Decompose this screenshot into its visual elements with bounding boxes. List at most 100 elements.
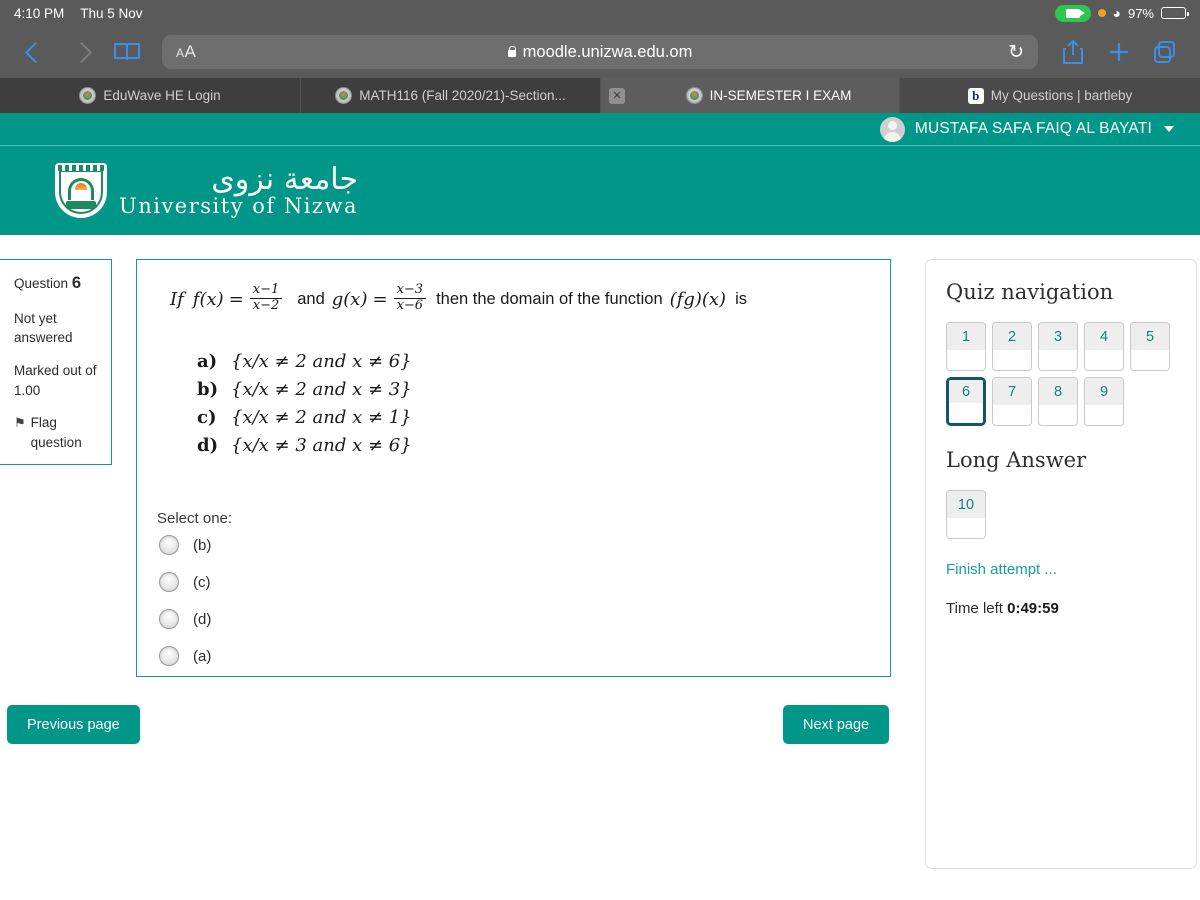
site-header: جامعة نزوى University of Nizwa [0,146,1200,235]
f-fraction: x−1 x−2 [249,282,283,314]
answer-option-c[interactable]: (c) [159,572,211,592]
equals-sign-g: = [372,288,388,310]
quiz-nav-button-7[interactable]: 7 [992,377,1032,426]
tab-label: MATH116 (Fall 2020/21)-Section... [359,88,566,103]
question-options-list: a) {x/x ≠ 2 and x ≠ 6} b) {x/x ≠ 2 and x… [197,348,412,460]
url-display: moodle.unizwa.edu.om [507,42,693,62]
function-expression: (fg)(x) [669,288,727,310]
finish-attempt-link[interactable]: Finish attempt ... [946,561,1176,578]
question-state: Not yet answered [14,310,73,346]
site-favicon [79,87,97,104]
quiz-nav-button-4[interactable]: 4 [1084,322,1124,371]
next-page-button[interactable]: Next page [783,705,890,744]
radio-button[interactable] [159,572,179,592]
quiz-nav-number: 1 [947,323,985,350]
forward-button[interactable] [60,31,102,73]
option-text: {x/x ≠ 2 and x ≠ 3} [231,378,412,400]
tabs-overview-icon [1154,41,1175,63]
option-text: {x/x ≠ 2 and x ≠ 6} [231,351,412,372]
answer-option-b[interactable]: (b) [159,535,211,555]
quiz-navigation-panel: Quiz navigation 1 2 3 4 5 6 7 8 9 Long A… [925,259,1197,869]
answer-label: (d) [193,610,212,628]
university-name-arabic: جامعة نزوى [211,161,359,197]
flag-icon: ⚑ [14,415,26,431]
university-of-nizwa-crest-icon [55,163,107,218]
battery-percent: 97% [1127,5,1154,21]
reload-button[interactable]: ↻ [1008,43,1024,62]
quiz-page: Question 6 Not yet answered Marked out o… [0,235,1200,900]
status-date: Thu 5 Nov [80,5,143,21]
quiz-navigation-title: Quiz navigation [946,280,1114,304]
quiz-nav-button-6[interactable]: 6 [946,377,986,426]
text-size-large-label: A [184,42,197,61]
user-avatar-icon[interactable] [879,116,905,142]
quiz-nav-button-8[interactable]: 8 [1038,377,1078,426]
browser-tab-in-semester-exam[interactable]: ✕ IN-SEMESTER I EXAM [601,78,900,113]
quiz-nav-button-1[interactable]: 1 [946,322,986,371]
option-text: {x/x ≠ 3 and x ≠ 6} [231,434,412,456]
radio-button[interactable] [159,609,179,629]
option-letter: b) [197,378,219,400]
chevron-down-icon[interactable] [1164,126,1174,132]
browser-tab-math116[interactable]: MATH116 (Fall 2020/21)-Section... [301,78,601,113]
browser-tab-bar: EduWave HE Login MATH116 (Fall 2020/21)-… [0,78,1200,113]
quiz-nav-button-9[interactable]: 9 [1084,377,1124,426]
tabs-overview-button[interactable] [1144,31,1186,73]
battery-icon [1161,7,1189,19]
chevron-left-icon [24,41,46,63]
question-number: 6 [71,274,81,292]
time-left-label: Time left [946,600,1003,617]
plus-icon [1110,43,1128,61]
close-icon[interactable]: ✕ [609,87,625,104]
flag-question-button[interactable]: ⚑ Flag question [14,413,101,452]
question-marks: Marked out of 1.00 [14,363,97,398]
previous-page-button[interactable]: Previous page [7,705,140,744]
quiz-nav-button-2[interactable]: 2 [992,322,1032,371]
time-left-row: Time left 0:49:59 [946,600,1176,617]
back-button[interactable] [14,31,56,73]
stem-end: is [735,289,748,308]
option-letter: c) [197,406,217,428]
browser-tab-bartleby[interactable]: b My Questions | bartleby [900,78,1200,113]
flag-question-label: Flag question [30,415,82,450]
g-label: g(x) [331,288,368,310]
url-text: moodle.unizwa.edu.om [522,42,693,61]
answer-option-a[interactable]: (a) [159,646,211,666]
answer-option-d[interactable]: (d) [159,609,211,629]
quiz-nav-button-10[interactable]: 10 [946,490,986,539]
university-logo[interactable]: جامعة نزوى University of Nizwa [55,161,359,218]
address-bar[interactable]: AA moodle.unizwa.edu.om ↻ [162,35,1038,69]
status-time: 4:10 PM [14,5,65,21]
answer-label: (c) [193,573,211,591]
quiz-nav-number: 9 [1085,378,1123,405]
f-numerator: x−1 [252,282,280,297]
site-favicon [335,87,353,104]
quiz-nav-number: 7 [993,378,1031,405]
quiz-nav-number: 2 [993,323,1031,350]
question-number-row: Question 6 [14,272,101,296]
option-letter: d) [197,434,219,456]
radio-button[interactable] [159,646,179,666]
text-size-button[interactable]: AA [176,42,196,62]
radio-button[interactable] [159,535,179,555]
browser-tab-eduwave[interactable]: EduWave HE Login [0,78,301,113]
reader-view-button[interactable] [106,31,148,73]
option-a: a) {x/x ≠ 2 and x ≠ 6} [197,348,412,376]
new-tab-button[interactable] [1098,31,1140,73]
quiz-nav-button-5[interactable]: 5 [1130,322,1170,371]
g-fraction: x−3 x−6 [393,282,427,314]
tab-label: EduWave HE Login [103,88,221,103]
g-numerator: x−3 [396,282,424,297]
share-icon [1063,39,1083,64]
option-d: d) {x/x ≠ 3 and x ≠ 6} [197,432,412,460]
quiz-nav-number: 10 [947,491,985,518]
question-label: Question [14,276,69,291]
quiz-nav-number: 8 [1039,378,1077,405]
stem-prefix: If [170,288,184,310]
share-button[interactable] [1052,31,1094,73]
user-name-label[interactable]: MUSTAFA SAFA FAIQ AL BAYATI [915,120,1152,138]
quiz-nav-number: 6 [949,380,983,403]
tab-label: My Questions | bartleby [990,88,1133,103]
select-one-label: Select one: [157,510,233,527]
quiz-nav-button-3[interactable]: 3 [1038,322,1078,371]
